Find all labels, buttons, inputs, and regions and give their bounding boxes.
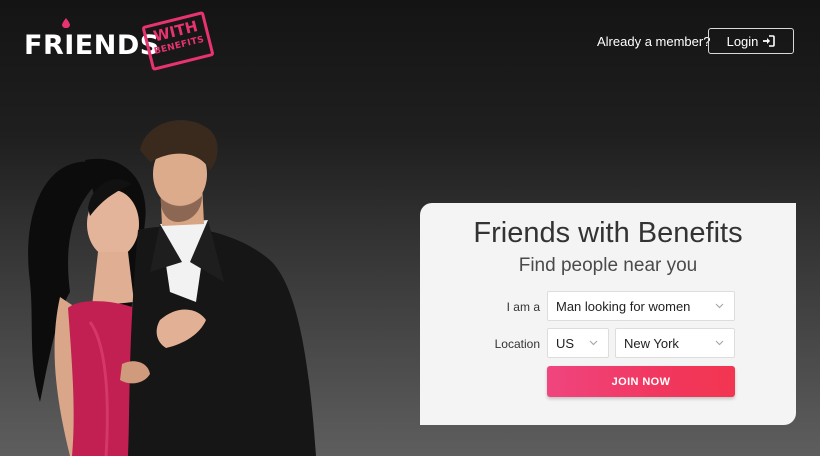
hero-couple-image: [28, 120, 316, 456]
join-now-button[interactable]: JOIN NOW: [547, 366, 735, 397]
site-header: FRIENDS WITH BENEFITS Already a member? …: [0, 0, 820, 80]
login-button[interactable]: Login: [708, 28, 794, 54]
site-logo[interactable]: FRIENDS WITH BENEFITS: [24, 10, 215, 74]
logo-wordmark: FRIENDS: [24, 30, 160, 61]
drop-icon: [62, 18, 70, 28]
card-subtitle: Find people near you: [518, 255, 698, 276]
sign-in-icon: [762, 35, 776, 47]
chevron-down-icon: [715, 340, 724, 346]
city-value: New York: [624, 335, 679, 351]
card-title: Friends with Benefits: [473, 217, 743, 249]
location-label: Location: [494, 337, 540, 351]
chevron-down-icon: [715, 303, 724, 309]
country-value: US: [556, 335, 575, 351]
chevron-down-icon: [589, 340, 598, 346]
country-select[interactable]: US: [547, 328, 609, 358]
member-prompt: Already a member?: [597, 34, 711, 49]
city-select[interactable]: New York: [615, 328, 735, 358]
logo-badge: WITH BENEFITS: [141, 10, 215, 72]
signup-card: Friends with Benefits Find people near y…: [420, 203, 796, 425]
login-label: Login: [726, 33, 759, 49]
i-am-value: Man looking for women: [556, 298, 691, 314]
join-now-label: JOIN NOW: [611, 375, 671, 388]
i-am-label: I am a: [506, 300, 540, 314]
i-am-select[interactable]: Man looking for women: [547, 291, 735, 321]
